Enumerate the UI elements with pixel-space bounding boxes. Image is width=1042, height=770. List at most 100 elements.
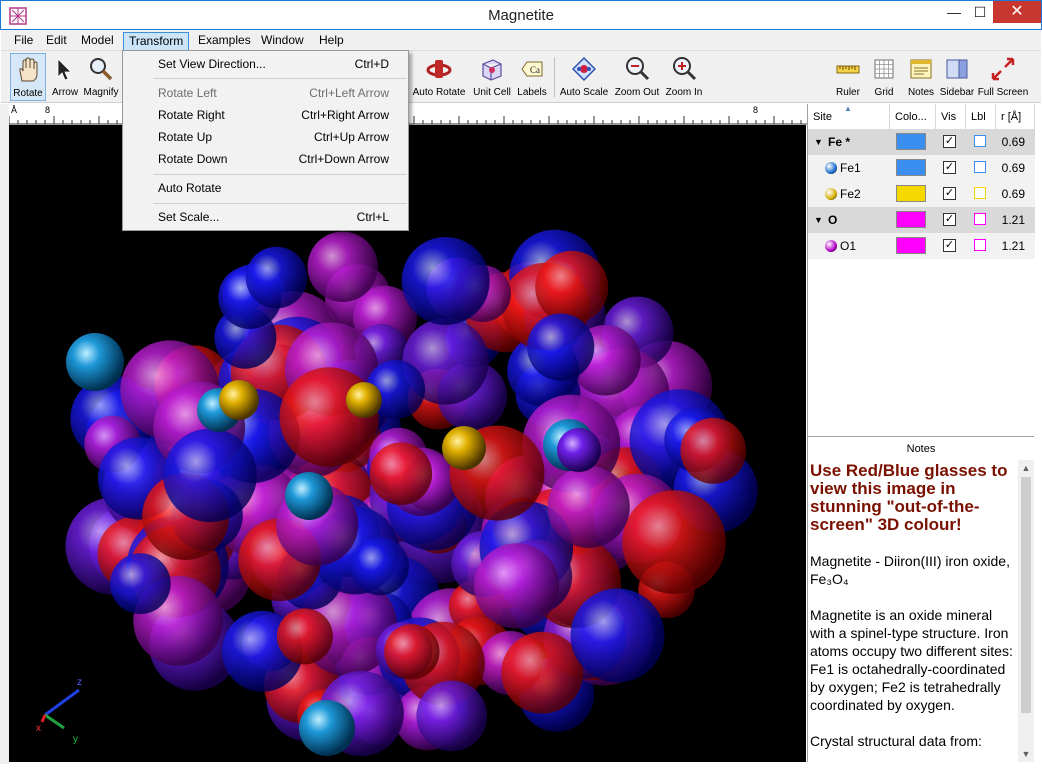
notes-button[interactable]: Notes: [905, 53, 937, 101]
unit-cell-button[interactable]: Unit Cell: [472, 53, 512, 101]
labels-button[interactable]: Ca Labels: [515, 53, 549, 101]
notes-paragraph: Magnetite is an oxide mineral with a spi…: [810, 607, 1013, 713]
menu-edit[interactable]: Edit: [41, 32, 72, 51]
label-checkbox[interactable]: [974, 135, 986, 147]
arrow-pointer-icon: [57, 58, 72, 81]
magnify-label: Magnify: [83, 87, 119, 98]
atom-sphere: [680, 417, 747, 484]
menu-rotate-left[interactable]: Rotate Left Ctrl+Left Arrow: [124, 82, 407, 104]
colour-swatch[interactable]: [896, 185, 926, 202]
labels-label: Labels: [517, 87, 547, 98]
site-name: Fe2: [840, 187, 861, 201]
menu-transform[interactable]: Transform: [123, 32, 190, 51]
minimize-button[interactable]: —: [941, 1, 967, 23]
atom-sphere: [219, 380, 259, 420]
visible-checkbox[interactable]: ✓: [943, 187, 956, 200]
scroll-down-icon[interactable]: ▼: [1018, 746, 1034, 762]
notes-panel-title: Notes: [807, 436, 1034, 460]
sort-arrow-icon: ▲: [844, 104, 852, 113]
rotate-tool-button[interactable]: Rotate: [10, 53, 46, 101]
site-row-o[interactable]: ▼ O ✓ 1.21: [808, 207, 1035, 233]
col-header-radius[interactable]: r [Å]: [996, 104, 1035, 130]
col-header-lbl[interactable]: Lbl: [966, 104, 996, 130]
close-button[interactable]: ✕: [993, 1, 1041, 23]
vertical-ruler: [0, 104, 9, 764]
sidebar-label: Sidebar: [939, 87, 975, 98]
svg-text:Ca: Ca: [530, 65, 540, 75]
visible-checkbox[interactable]: ✓: [943, 239, 956, 252]
scroll-up-icon[interactable]: ▲: [1018, 460, 1034, 476]
visible-checkbox[interactable]: ✓: [943, 135, 956, 148]
atom-sphere: [109, 553, 171, 615]
menu-set-view-direction[interactable]: Set View Direction... Ctrl+D: [124, 53, 407, 75]
site-row-fe[interactable]: ▼ Fe * ✓ 0.69: [808, 129, 1035, 155]
radius-value: 0.69: [1001, 187, 1025, 201]
ruler-label: Ruler: [836, 87, 860, 98]
menu-rotate-up[interactable]: Rotate Up Ctrl+Up Arrow: [124, 126, 407, 148]
colour-swatch[interactable]: [896, 159, 926, 176]
collapse-triangle-icon[interactable]: ▼: [814, 207, 823, 233]
site-name: Fe *: [828, 135, 851, 149]
label-checkbox[interactable]: [974, 213, 986, 225]
label-checkbox[interactable]: [974, 187, 986, 199]
colour-swatch[interactable]: [896, 237, 926, 254]
notes-paragraph: Magnetite - Diiron(III) iron oxide, Fe₃O…: [810, 553, 1010, 587]
menu-window[interactable]: Window: [256, 32, 309, 51]
atom-sphere: [442, 426, 486, 470]
zoom-out-icon: [626, 57, 650, 81]
ruler-mark: 8: [45, 105, 51, 115]
auto-rotate-button[interactable]: Auto Rotate: [411, 53, 467, 101]
atom-sphere: [66, 333, 124, 391]
menu-help[interactable]: Help: [314, 32, 349, 51]
site-row-fe1[interactable]: Fe1 ✓ 0.69: [808, 155, 1035, 181]
maximize-button[interactable]: ☐: [967, 1, 993, 23]
full-screen-button[interactable]: Full Screen: [977, 53, 1029, 101]
menu-rotate-right[interactable]: Rotate Right Ctrl+Right Arrow: [124, 104, 407, 126]
menu-set-scale[interactable]: Set Scale... Ctrl+L: [124, 206, 407, 228]
col-header-colour[interactable]: Colo...: [890, 104, 936, 130]
magnify-tool-button[interactable]: Magnify: [83, 53, 119, 101]
atom-sphere: [369, 442, 433, 506]
menu-file[interactable]: File: [9, 32, 38, 51]
ruler-mark: 8: [753, 105, 759, 115]
site-row-fe2[interactable]: Fe2 ✓ 0.69: [808, 181, 1035, 207]
atom-sphere: [276, 608, 333, 665]
ruler-button[interactable]: Ruler: [831, 53, 865, 101]
labels-icon: Ca: [521, 61, 543, 77]
atom-sphere: [307, 231, 378, 302]
sidebar-icon: [946, 59, 968, 79]
grid-button[interactable]: Grid: [869, 53, 899, 101]
menu-model[interactable]: Model: [76, 32, 119, 51]
unit-cell-icon: [482, 59, 502, 81]
atom-sphere: [535, 250, 609, 324]
visible-checkbox[interactable]: ✓: [943, 161, 956, 174]
menu-auto-rotate[interactable]: Auto Rotate: [124, 177, 407, 199]
zoom-out-label: Zoom Out: [614, 87, 660, 98]
notes-scrollbar[interactable]: ▲ ▼: [1018, 460, 1034, 762]
site-row-o1[interactable]: O1 ✓ 1.21: [808, 233, 1035, 259]
label-checkbox[interactable]: [974, 239, 986, 251]
title-bar: Magnetite — ☐ ✕: [0, 0, 1042, 30]
zoom-in-button[interactable]: Zoom In: [663, 53, 705, 101]
menu-rotate-down[interactable]: Rotate Down Ctrl+Down Arrow: [124, 148, 407, 170]
auto-scale-button[interactable]: Auto Scale: [559, 53, 609, 101]
zoom-in-label: Zoom In: [665, 87, 703, 98]
notes-content[interactable]: Use Red/Blue glasses to view this image …: [807, 460, 1018, 762]
label-checkbox[interactable]: [974, 161, 986, 173]
col-header-vis[interactable]: Vis: [936, 104, 966, 130]
hand-icon: [19, 57, 38, 82]
magnifier-icon: [90, 58, 113, 81]
menu-examples[interactable]: Examples: [193, 32, 256, 51]
menu-separator: [153, 174, 407, 175]
grid-icon: [874, 59, 894, 79]
atom-sphere: [501, 631, 584, 714]
sidebar-button[interactable]: Sidebar: [939, 53, 975, 101]
scroll-thumb[interactable]: [1021, 477, 1031, 713]
colour-swatch[interactable]: [896, 211, 926, 228]
collapse-triangle-icon[interactable]: ▼: [814, 129, 823, 155]
colour-swatch[interactable]: [896, 133, 926, 150]
visible-checkbox[interactable]: ✓: [943, 213, 956, 226]
zoom-out-button[interactable]: Zoom Out: [613, 53, 661, 101]
svg-text:x: x: [36, 723, 41, 734]
arrow-tool-button[interactable]: Arrow: [51, 53, 79, 101]
